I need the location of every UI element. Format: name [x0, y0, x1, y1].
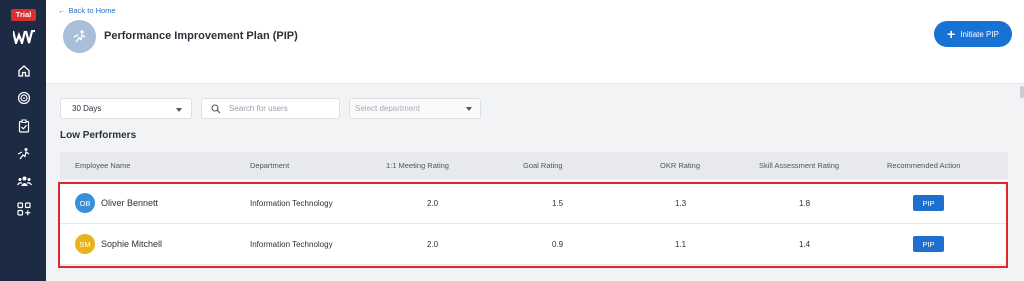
section-title: Low Performers [60, 130, 137, 141]
low-performers-table: Employee Name Department 1:1 Meeting Rat… [60, 152, 1008, 265]
caret-down-icon [466, 107, 472, 111]
goal-rating-cell: 1.5 [552, 198, 564, 208]
plus-icon: + [947, 26, 956, 42]
col-okr-rating: OKR Rating [660, 161, 701, 170]
table-row[interactable]: OB Oliver Bennett Information Technology… [60, 183, 1008, 224]
caret-down-icon [176, 108, 182, 112]
initiate-pip-label: Initiate PIP [960, 29, 999, 39]
run-trend-icon[interactable] [15, 145, 33, 163]
page-title: Performance Improvement Plan (PIP) [104, 30, 298, 42]
col-goal-rating: Goal Rating [523, 161, 563, 170]
clipboard-check-icon[interactable] [15, 117, 33, 135]
avatar: SM [75, 234, 95, 254]
table-row[interactable]: SM Sophie Mitchell Information Technolog… [60, 224, 1008, 265]
col-skill-rating: Skill Assessment Rating [759, 161, 840, 170]
meeting-rating-cell: 2.0 [427, 198, 439, 208]
pip-button[interactable]: PIP [913, 195, 944, 211]
department-placeholder: Select department [355, 104, 420, 113]
employee-name[interactable]: Oliver Bennett [101, 198, 158, 208]
target-icon[interactable] [15, 89, 33, 107]
col-department: Department [250, 161, 290, 170]
back-link-label: Back to Home [68, 6, 116, 15]
period-select-value: 30 Days [72, 104, 102, 113]
meeting-rating-cell: 2.0 [427, 239, 439, 249]
brand-logo-icon[interactable] [13, 30, 35, 44]
skill-rating-cell: 1.4 [799, 239, 811, 249]
employee-name[interactable]: Sophie Mitchell [101, 239, 162, 249]
skill-rating-cell: 1.8 [799, 198, 811, 208]
run-trend-icon [73, 29, 85, 42]
okr-rating-cell: 1.1 [675, 239, 687, 249]
employee-cell: OB Oliver Bennett [75, 193, 158, 213]
search-input[interactable]: Search for users [201, 98, 340, 119]
department-select[interactable]: Select department [349, 98, 481, 119]
sidebar: Trial [0, 0, 46, 281]
initiate-pip-button[interactable]: + Initiate PIP [934, 21, 1012, 47]
col-recommended-action: Recommended Action [887, 161, 961, 170]
pip-avatar [63, 20, 96, 53]
okr-rating-cell: 1.3 [675, 198, 687, 208]
scrollbar-thumb[interactable] [1020, 86, 1024, 98]
arrow-left-icon: ← [58, 6, 66, 15]
trial-badge: Trial [11, 9, 36, 21]
page-header: ← Back to Home Performance Improvement P… [46, 0, 1024, 84]
search-icon [211, 103, 221, 113]
col-employee-name: Employee Name [75, 161, 131, 170]
avatar: OB [75, 193, 95, 213]
people-group-icon[interactable] [15, 172, 33, 190]
goal-rating-cell: 0.9 [552, 239, 564, 249]
employee-cell: SM Sophie Mitchell [75, 234, 162, 254]
search-placeholder: Search for users [229, 104, 288, 113]
period-select[interactable]: 30 Days [60, 98, 192, 119]
back-to-home-link[interactable]: ← Back to Home [58, 6, 116, 15]
pip-button[interactable]: PIP [913, 236, 944, 252]
col-meeting-rating: 1:1 Meeting Rating [386, 161, 449, 170]
home-icon[interactable] [15, 62, 33, 80]
grid-plus-icon[interactable] [15, 200, 33, 218]
department-cell: Information Technology [250, 239, 333, 249]
department-cell: Information Technology [250, 198, 333, 208]
table-header: Employee Name Department 1:1 Meeting Rat… [60, 152, 1008, 179]
